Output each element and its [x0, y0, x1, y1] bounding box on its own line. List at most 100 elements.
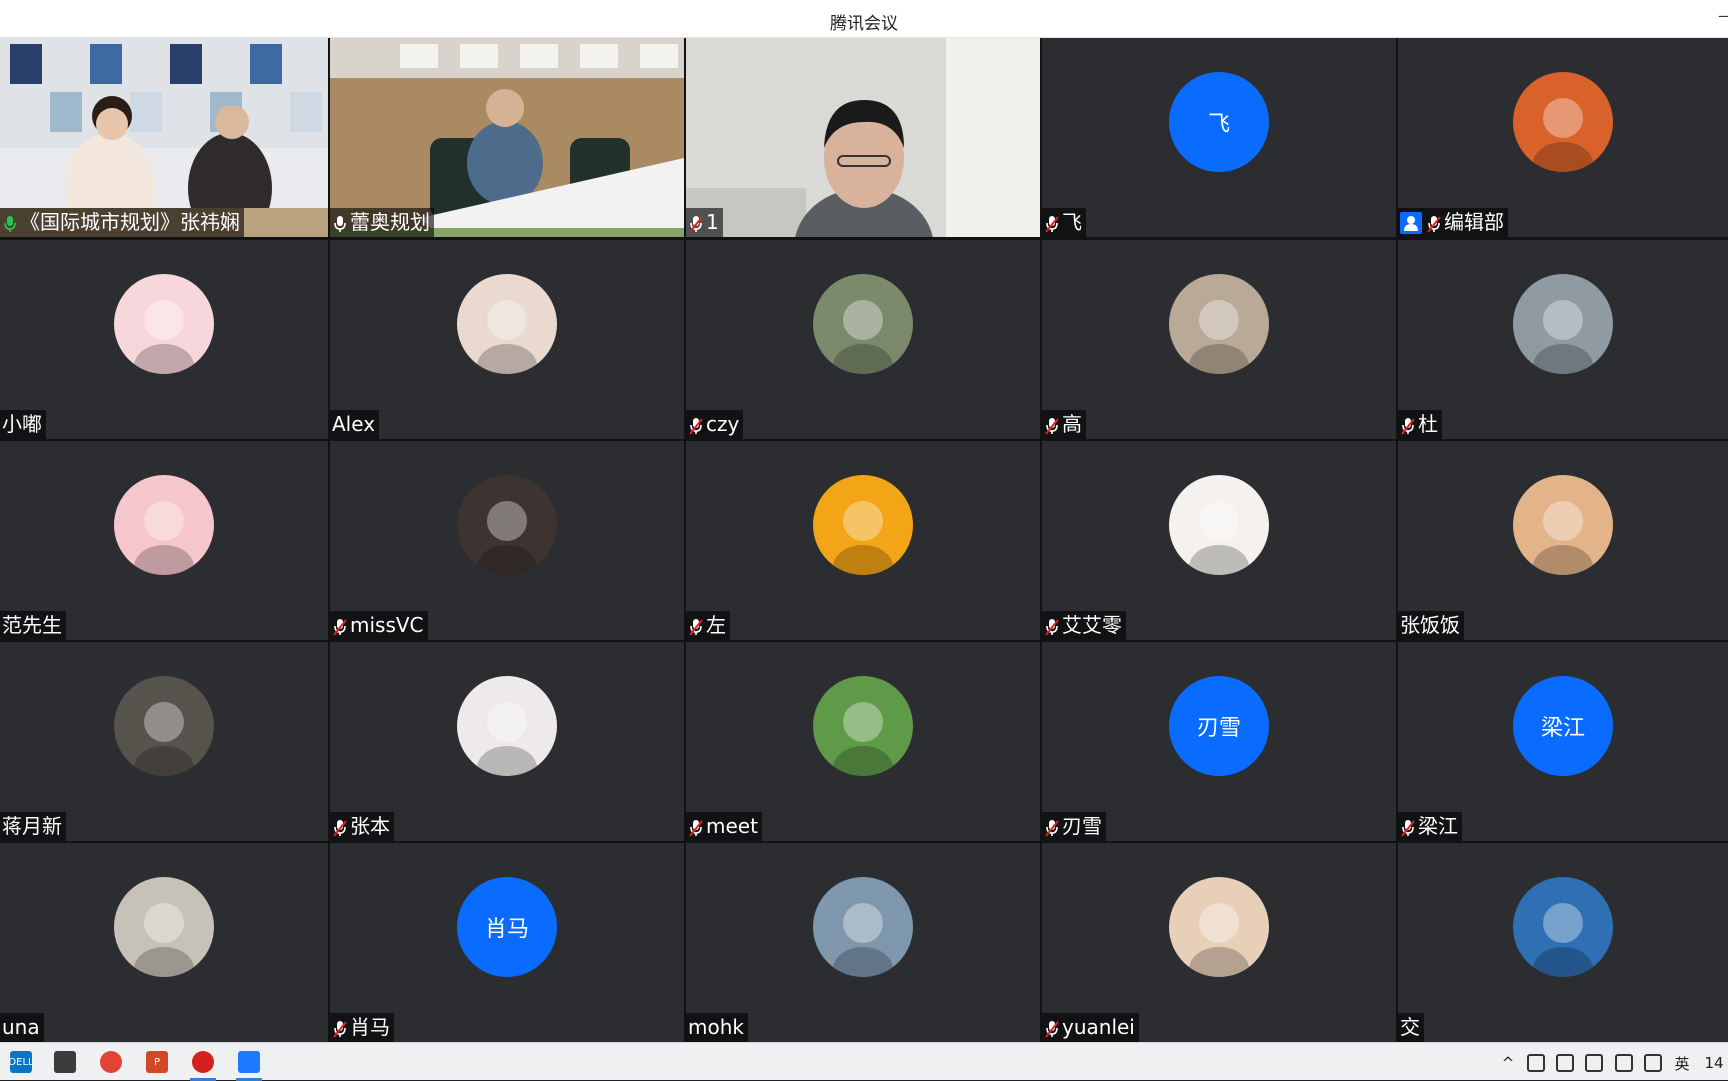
- participant-tile[interactable]: 蕾奥规划: [330, 38, 684, 237]
- microphone-muted-icon: [688, 415, 704, 435]
- desert-photo-icon: [1513, 877, 1613, 977]
- participant-name-label: 编辑部: [1398, 208, 1508, 237]
- participant-tile[interactable]: 艾艾零: [1042, 441, 1396, 640]
- pig-icon: [1169, 475, 1269, 575]
- participant-name-label: 张饭饭: [1398, 611, 1464, 640]
- participant-tile[interactable]: 肖马 肖马: [330, 843, 684, 1042]
- battery-icon[interactable]: [1582, 1052, 1606, 1074]
- minimize-button[interactable]: —: [1718, 6, 1728, 26]
- text-avatar: 飞: [1169, 72, 1269, 172]
- participant-name-label: 飞: [1042, 208, 1086, 237]
- participant-tile[interactable]: czy: [686, 240, 1040, 439]
- participant-tile[interactable]: missVC: [330, 441, 684, 640]
- microphone-muted-icon: [1400, 415, 1416, 435]
- tiger-icon: [1169, 877, 1269, 977]
- town-photo-icon: [813, 877, 913, 977]
- participant-tile[interactable]: 左: [686, 441, 1040, 640]
- participant-name-label: 交: [1398, 1013, 1424, 1042]
- participant-name-label: mohk: [686, 1013, 748, 1042]
- microphone-muted-icon: [332, 1018, 348, 1038]
- calculator-icon[interactable]: [50, 1047, 80, 1077]
- window-title: 腾讯会议: [830, 14, 898, 34]
- landscape-icon: [813, 274, 913, 374]
- microphone-muted-icon: [1044, 616, 1060, 636]
- participant-tile[interactable]: mohk: [686, 843, 1040, 1042]
- participant-tile[interactable]: 范先生: [0, 441, 328, 640]
- microphone-muted-icon: [1044, 415, 1060, 435]
- participant-name: 张饭饭: [1400, 613, 1460, 637]
- participant-name: 《国际城市规划》张祎娴: [20, 210, 240, 234]
- participant-tile[interactable]: 刃雪 刃雪: [1042, 642, 1396, 841]
- microphone-muted-icon: [1044, 817, 1060, 837]
- rabbit-icon: [114, 877, 214, 977]
- participant-tile[interactable]: 小嘟: [0, 240, 328, 439]
- host-user-icon: [1400, 211, 1422, 234]
- participant-tile[interactable]: 杜: [1398, 240, 1728, 439]
- participant-tile[interactable]: 《国际城市规划》张祎娴: [0, 38, 328, 237]
- participant-tile[interactable]: 张本: [330, 642, 684, 841]
- microphone-muted-icon: [688, 616, 704, 636]
- cat-photo-icon: [1513, 475, 1613, 575]
- participant-name: 蒋月新: [2, 814, 62, 838]
- participant-name: 艾艾零: [1062, 613, 1122, 637]
- participant-name: Alex: [332, 412, 376, 436]
- participant-tile[interactable]: 高: [1042, 240, 1396, 439]
- participant-name: meet: [706, 814, 758, 838]
- participant-name-label: meet: [686, 812, 762, 841]
- video-feed: [686, 38, 1040, 237]
- chrome-icon[interactable]: [96, 1047, 126, 1077]
- participant-name-label: 艾艾零: [1042, 611, 1126, 640]
- participant-name-label: 蒋月新: [0, 812, 66, 841]
- participant-tile[interactable]: 梁江 梁江: [1398, 642, 1728, 841]
- participant-tile[interactable]: Alex: [330, 240, 684, 439]
- microphone-icon[interactable]: [1524, 1052, 1548, 1074]
- cartoon-girl-icon: [114, 475, 214, 575]
- cartoon-bunny-icon: [114, 274, 214, 374]
- participant-grid: 《国际城市规划》张祎娴 蕾奥规划 1 飞飞编辑部 小嘟 Alex czy 高杜范先生 missV…: [0, 38, 1728, 1042]
- clock[interactable]: 14: [1702, 1052, 1726, 1074]
- participant-name: missVC: [350, 613, 424, 637]
- microphone-muted-icon: [688, 213, 704, 233]
- tencent-meeting-icon[interactable]: [234, 1047, 264, 1081]
- participant-tile[interactable]: 飞飞: [1042, 38, 1396, 237]
- participant-name: 左: [706, 613, 726, 637]
- participant-tile[interactable]: 蒋月新: [0, 642, 328, 841]
- participant-name-label: 高: [1042, 410, 1086, 439]
- microphone-muted-icon: [1400, 817, 1416, 837]
- participant-name: una: [2, 1015, 40, 1039]
- participant-name: 1: [706, 210, 719, 234]
- participant-name-label: 《国际城市规划》张祎娴: [0, 208, 244, 237]
- microphone-muted-icon: [688, 817, 704, 837]
- volume-icon[interactable]: [1641, 1052, 1665, 1074]
- dog-icon: [1169, 274, 1269, 374]
- participant-name: yuanlei: [1062, 1015, 1135, 1039]
- participant-tile[interactable]: 1: [686, 38, 1040, 237]
- participant-name-label: 刃雪: [1042, 812, 1106, 841]
- participant-name: 蕾奥规划: [350, 210, 430, 234]
- powerpoint-icon[interactable]: P: [142, 1047, 172, 1077]
- participant-name-label: yuanlei: [1042, 1013, 1139, 1042]
- participant-tile[interactable]: una: [0, 843, 328, 1042]
- wechat-icon[interactable]: [1553, 1052, 1577, 1074]
- participant-name-label: 杜: [1398, 410, 1442, 439]
- participant-tile[interactable]: yuanlei: [1042, 843, 1396, 1042]
- text-avatar: 梁江: [1513, 676, 1613, 776]
- participant-tile[interactable]: meet: [686, 642, 1040, 841]
- participant-tile[interactable]: 编辑部: [1398, 38, 1728, 237]
- participant-name: 张本: [350, 814, 390, 838]
- microphone-muted-icon: [1044, 1018, 1060, 1038]
- participant-name: 小嘟: [2, 412, 42, 436]
- microphone-icon: [2, 213, 18, 233]
- ime-icon[interactable]: 英: [1670, 1052, 1694, 1074]
- participant-name: 梁江: [1418, 814, 1458, 838]
- network-icon[interactable]: [1612, 1052, 1636, 1074]
- participant-tile[interactable]: 张饭饭: [1398, 441, 1728, 640]
- participant-name-label: 肖马: [330, 1013, 394, 1042]
- chevron-up-icon[interactable]: ^: [1496, 1052, 1520, 1074]
- dell-icon[interactable]: DELL: [6, 1047, 36, 1077]
- participant-name-label: una: [0, 1013, 44, 1042]
- participant-name: 交: [1400, 1015, 1420, 1039]
- record-icon[interactable]: [188, 1047, 218, 1081]
- grassland-icon: [813, 676, 913, 776]
- participant-tile[interactable]: 交: [1398, 843, 1728, 1042]
